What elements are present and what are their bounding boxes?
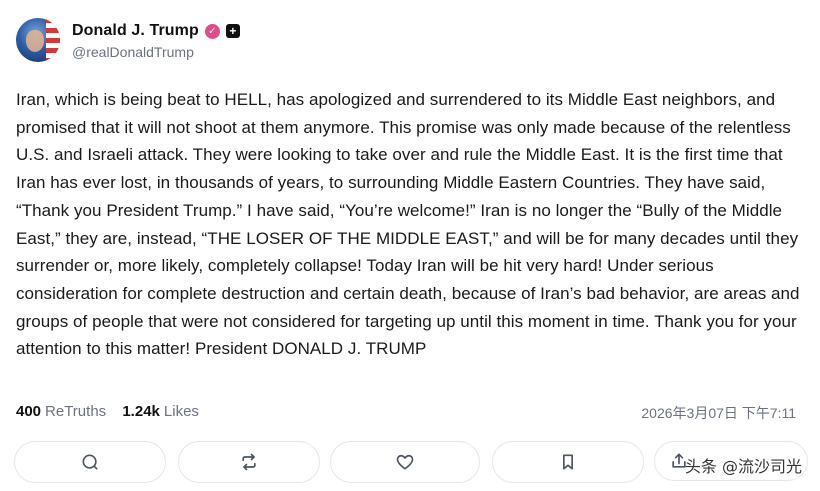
post-body-text: Iran, which is being beat to HELL, has a…: [16, 90, 800, 359]
retruth-button[interactable]: [178, 441, 320, 483]
likes-count: 1.24k: [122, 403, 160, 420]
like-button[interactable]: [330, 441, 480, 483]
avatar-flag-stripes: [46, 18, 60, 62]
retruth-icon: [242, 453, 256, 471]
like-heart-icon: [396, 454, 414, 470]
likes-stat[interactable]: 1.24k Likes: [122, 403, 199, 420]
retruths-stat[interactable]: 400 ReTruths: [16, 403, 106, 420]
post-stats: 400 ReTruths 1.24k Likes 2026年3月07日 下午7:11: [16, 403, 810, 425]
retruths-count: 400: [16, 403, 42, 420]
post-header: Donald J. Trump ✓ + @realDonaldTrump: [16, 16, 240, 64]
reply-button[interactable]: [14, 441, 166, 483]
bookmark-button[interactable]: [492, 441, 644, 483]
author-info: Donald J. Trump ✓ + @realDonaldTrump: [72, 20, 240, 60]
bookmark-icon: [563, 454, 573, 470]
author-display-name[interactable]: Donald J. Trump: [72, 22, 199, 40]
watermark-text: 头条 @流沙司光: [684, 457, 802, 476]
avatar[interactable]: [16, 18, 60, 62]
plus-badge-icon: +: [225, 24, 240, 38]
retruths-label: ReTruths: [45, 403, 107, 420]
avatar-face: [26, 30, 44, 52]
post-timestamp: 2026年3月07日 下午7:11: [641, 405, 796, 421]
truth-post-card: Donald J. Trump ✓ + @realDonaldTrump Ira…: [0, 0, 820, 491]
author-handle[interactable]: @realDonaldTrump: [72, 44, 240, 60]
likes-label: Likes: [163, 403, 199, 420]
verified-badge-icon: ✓: [204, 23, 220, 39]
reply-icon: [82, 454, 98, 470]
name-row: Donald J. Trump ✓ +: [72, 20, 240, 42]
